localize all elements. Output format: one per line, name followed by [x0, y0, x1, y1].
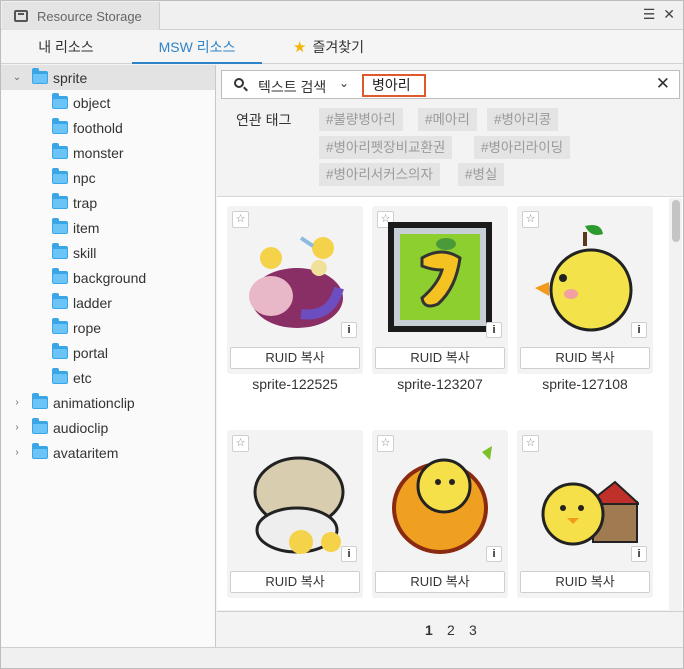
folder-icon: [52, 243, 68, 259]
tag-chip[interactable]: #병아리서커스의자: [319, 163, 440, 186]
tree-node-sprite[interactable]: ⌄ sprite: [1, 65, 215, 90]
folder-icon: [52, 218, 68, 234]
copy-ruid-button[interactable]: RUID 복사: [230, 347, 360, 369]
card-name: sprite-122525: [252, 376, 338, 392]
tag-chip[interactable]: #병아리라이딩: [474, 136, 571, 159]
folder-icon: [32, 68, 48, 84]
resource-tree: ⌄ sprite object foothold monster npc tra…: [1, 65, 216, 647]
window-tab[interactable]: Resource Storage: [2, 2, 160, 30]
copy-ruid-button[interactable]: RUID 복사: [520, 571, 650, 593]
folder-icon: [32, 443, 48, 459]
star-icon: ★: [293, 39, 307, 56]
tree-node-etc[interactable]: etc: [1, 365, 215, 390]
tree-node-ladder[interactable]: ladder: [1, 290, 215, 315]
folder-icon: [52, 293, 68, 309]
tree-node-skill[interactable]: skill: [1, 240, 215, 265]
folder-icon: [52, 268, 68, 284]
tab-my-resources[interactable]: 내 리소스: [21, 30, 111, 64]
tree-node-npc[interactable]: npc: [1, 165, 215, 190]
hamburger-icon[interactable]: ☰: [643, 6, 656, 23]
page-link-3[interactable]: 3: [469, 622, 477, 638]
tree-node-audioclip[interactable]: › audioclip: [1, 415, 215, 440]
folder-icon: [52, 193, 68, 209]
resource-grid: ☆ i RUID 복사 sprite-122525 ☆ i RUID 복사 sp…: [217, 196, 683, 610]
tag-chip[interactable]: #병실: [458, 163, 505, 186]
card-name: sprite-127108: [542, 376, 628, 392]
tree-node-portal[interactable]: portal: [1, 340, 215, 365]
chevron-down-icon[interactable]: ⌄: [339, 76, 349, 90]
folder-icon: [32, 393, 48, 409]
tag-chip[interactable]: #병아리콩: [487, 108, 559, 131]
resource-card[interactable]: ☆ i RUID 복사: [227, 430, 363, 598]
resource-storage-window: Resource Storage ☰ ✕ 내 리소스 MSW 리소스 ★ 즐겨찾기…: [0, 0, 684, 669]
tree-node-avataritem[interactable]: › avataritem: [1, 440, 215, 465]
info-icon[interactable]: i: [486, 546, 502, 562]
clear-search-icon[interactable]: ✕: [656, 74, 670, 94]
title-bar: Resource Storage ☰ ✕: [1, 1, 683, 30]
copy-ruid-button[interactable]: RUID 복사: [520, 347, 650, 369]
resource-card[interactable]: ☆ i RUID 복사: [372, 206, 508, 374]
pagination: 1 2 3: [217, 611, 683, 647]
tree-node-trap[interactable]: trap: [1, 190, 215, 215]
tree-node-item[interactable]: item: [1, 215, 215, 240]
chevron-right-icon[interactable]: ›: [11, 422, 23, 433]
chick-sprite-image: [249, 236, 344, 328]
folder-icon: [52, 168, 68, 184]
chick-card-image: [388, 222, 492, 332]
search-input[interactable]: 병아리: [362, 74, 426, 97]
grid-scrollbar[interactable]: [669, 198, 682, 610]
resource-card[interactable]: ☆ i RUID 복사: [372, 430, 508, 598]
copy-ruid-button[interactable]: RUID 복사: [230, 571, 360, 593]
tree-node-object[interactable]: object: [1, 90, 215, 115]
resource-card[interactable]: ☆ i RUID 복사: [517, 430, 653, 598]
info-icon[interactable]: i: [631, 546, 647, 562]
folder-icon: [52, 93, 68, 109]
chevron-down-icon[interactable]: ⌄: [11, 72, 23, 83]
page-link-2[interactable]: 2: [447, 622, 455, 638]
chick-house-image: [541, 480, 639, 546]
tree-node-monster[interactable]: monster: [1, 140, 215, 165]
chevron-right-icon[interactable]: ›: [11, 397, 23, 408]
close-icon[interactable]: ✕: [663, 6, 675, 23]
tag-chip[interactable]: #메아리: [418, 108, 477, 131]
info-icon[interactable]: i: [341, 546, 357, 562]
scrollbar-thumb[interactable]: [672, 200, 680, 242]
search-bar: 텍스트 검색 ⌄ 병아리 ✕: [221, 70, 680, 99]
tab-msw-resources[interactable]: MSW 리소스: [132, 30, 262, 64]
copy-ruid-button[interactable]: RUID 복사: [375, 347, 505, 369]
card-name: sprite-123207: [397, 376, 483, 392]
tab-favorites[interactable]: ★ 즐겨찾기: [276, 30, 381, 64]
info-icon[interactable]: i: [341, 322, 357, 338]
resource-panel: 텍스트 검색 ⌄ 병아리 ✕ 연관 태그 #불량병아리 #메아리 #병아리콩 #…: [217, 65, 683, 647]
chick-sprite-image: [392, 446, 492, 554]
resource-card[interactable]: ☆ i RUID 복사: [227, 206, 363, 374]
info-icon[interactable]: i: [631, 322, 647, 338]
page-link-1[interactable]: 1: [425, 622, 433, 638]
folder-icon: [32, 418, 48, 434]
resource-tabs: 내 리소스 MSW 리소스 ★ 즐겨찾기: [1, 30, 683, 64]
folder-icon: [52, 318, 68, 334]
status-bar: [1, 647, 683, 668]
folder-icon: [52, 368, 68, 384]
tree-node-background[interactable]: background: [1, 265, 215, 290]
tree-node-foothold[interactable]: foothold: [1, 115, 215, 140]
storage-icon: [14, 10, 28, 22]
folder-icon: [52, 343, 68, 359]
resource-card[interactable]: ☆ i RUID 복사: [517, 206, 653, 374]
search-icon: [234, 78, 244, 88]
tree-node-animationclip[interactable]: › animationclip: [1, 390, 215, 415]
tag-chip[interactable]: #불량병아리: [319, 108, 403, 131]
copy-ruid-button[interactable]: RUID 복사: [375, 571, 505, 593]
chevron-right-icon[interactable]: ›: [11, 447, 23, 458]
tree-node-rope[interactable]: rope: [1, 315, 215, 340]
chick-sprite-image: [253, 456, 345, 554]
chick-sprite-image: [535, 225, 633, 332]
folder-icon: [52, 118, 68, 134]
window-title: Resource Storage: [37, 8, 142, 24]
tag-chip[interactable]: #병아리펫장비교환권: [319, 136, 453, 159]
related-tags-title: 연관 태그: [236, 112, 292, 128]
search-type-dropdown[interactable]: 텍스트 검색: [258, 77, 326, 97]
info-icon[interactable]: i: [486, 322, 502, 338]
folder-icon: [52, 143, 68, 159]
